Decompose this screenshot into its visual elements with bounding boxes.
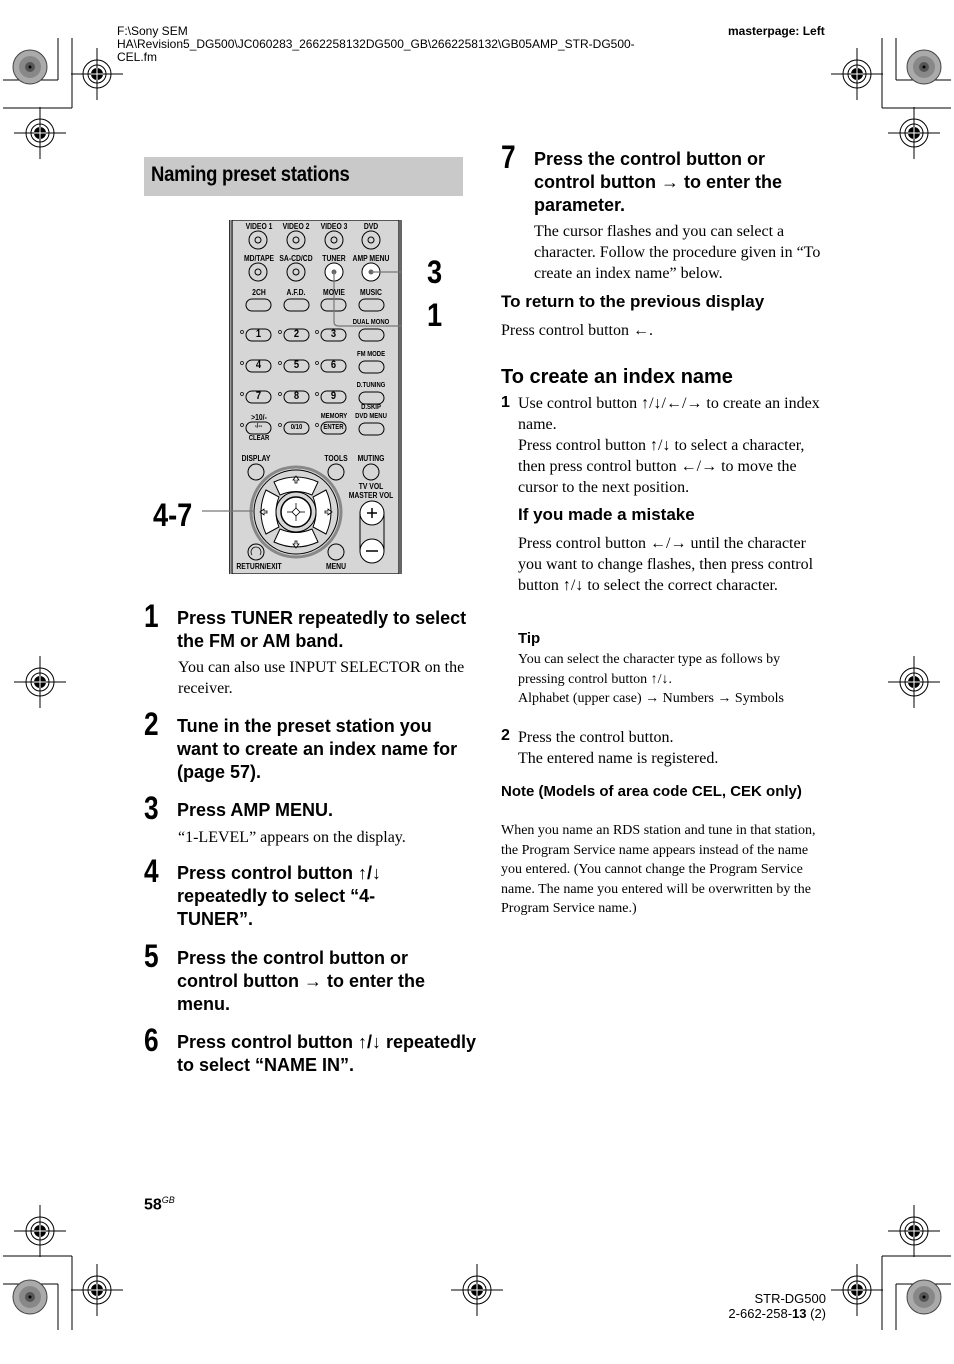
file-path-line: HA\Revision5_DG500\JC060283_2662258132DG… bbox=[117, 37, 635, 51]
tip-heading: Tip bbox=[518, 630, 541, 647]
remote-key: 1 bbox=[255, 328, 262, 340]
page-number-value: 58 bbox=[144, 1196, 162, 1214]
step-title: Tune in the preset station you want to c… bbox=[177, 716, 458, 782]
step-title: Press AMP MENU. bbox=[177, 800, 334, 820]
remote-label: SA-CD/CD bbox=[279, 254, 313, 263]
step-body: You can also use INPUT SELECTOR on the r… bbox=[178, 659, 465, 697]
tip-body: You can select the character type as fol… bbox=[518, 652, 781, 687]
substep-number: 1 bbox=[501, 394, 510, 411]
remote-label: MUTING bbox=[357, 454, 385, 463]
remote-key: 0/10 bbox=[290, 424, 303, 431]
callout-steps-4-7: 4-7 bbox=[153, 497, 193, 533]
create-heading: To create an index name bbox=[501, 366, 733, 388]
substep-number: 2 bbox=[501, 727, 510, 744]
part-number-suffix: (2) bbox=[806, 1306, 826, 1321]
step-body: The cursor flashes and you can select a … bbox=[534, 223, 821, 282]
step-number: 2 bbox=[144, 706, 159, 742]
step-body: “1-LEVEL” appears on the display. bbox=[178, 829, 406, 846]
remote-key: 3 bbox=[330, 328, 337, 340]
remote-label: TOOLS bbox=[324, 454, 348, 463]
step-title: Press control button ↑/↓ repeatedly to s… bbox=[177, 863, 382, 929]
file-path-line: CEL.fm bbox=[117, 50, 158, 64]
step-number: 1 bbox=[144, 598, 159, 634]
step-number: 4 bbox=[144, 853, 159, 889]
step-number: 7 bbox=[501, 139, 516, 175]
remote-label: DVD bbox=[363, 222, 379, 231]
part-number: 2-662-258-13 (2) bbox=[700, 1306, 826, 1321]
remote-label: VIDEO 3 bbox=[320, 222, 348, 231]
remote-label: D.TUNING bbox=[356, 382, 386, 389]
remote-label: >10/- bbox=[251, 413, 267, 422]
step-title: Press the control button or control butt… bbox=[177, 948, 425, 1014]
page-number: 58GB bbox=[144, 1195, 175, 1214]
remote-label: MENU bbox=[325, 562, 347, 571]
remote-key: 9 bbox=[330, 390, 337, 402]
step-number: 3 bbox=[144, 790, 159, 826]
remote-label: MASTER VOL bbox=[348, 491, 394, 500]
remote-label: AMP MENU bbox=[352, 254, 390, 263]
section-title-bar: Naming preset stations bbox=[144, 157, 463, 196]
remote-label: RETURN/EXIT bbox=[236, 562, 282, 571]
mistake-heading: If you made a mistake bbox=[518, 505, 695, 524]
callout-line bbox=[202, 510, 254, 512]
tip-sequence: Alphabet (upper case) → Numbers → Symbol… bbox=[518, 691, 784, 706]
step-title: Press the control button or control butt… bbox=[534, 149, 782, 215]
substep-text: The entered name is registered. bbox=[518, 750, 719, 767]
remote-label: DVD MENU bbox=[355, 413, 387, 420]
remote-key: 6 bbox=[330, 359, 337, 371]
document-code: STR-DG500 2-662-258-13 (2) bbox=[700, 1291, 826, 1321]
remote-label: A.F.D. bbox=[286, 288, 306, 297]
page-number-suffix: GB bbox=[161, 1195, 175, 1205]
remote-label: VIDEO 1 bbox=[245, 222, 273, 231]
remote-label: TUNER bbox=[322, 254, 346, 263]
remote-control-figure: VIDEO 1 VIDEO 2 VIDEO 3 DVD MD/TAPE SA-C… bbox=[229, 220, 402, 574]
remote-label: MOVIE bbox=[323, 288, 345, 297]
remote-label: CLEAR bbox=[248, 435, 270, 442]
remote-key: 2 bbox=[293, 328, 300, 340]
return-heading: To return to the previous display bbox=[501, 292, 765, 311]
file-path: F:\Sony SEM HA\Revision5_DG500\JC060283_… bbox=[117, 25, 635, 64]
remote-key: 8 bbox=[293, 390, 300, 402]
remote-label: FM MODE bbox=[356, 351, 386, 358]
step-number: 5 bbox=[144, 938, 159, 974]
remote-label: MD/TAPE bbox=[243, 254, 275, 263]
remote-key: 4 bbox=[255, 359, 262, 371]
substep-text: Press the control button. bbox=[518, 729, 674, 746]
note-body: When you name an RDS station and tune in… bbox=[501, 823, 816, 916]
callout-step-3: 3 bbox=[427, 254, 443, 290]
return-body: Press control button ←. bbox=[501, 322, 653, 339]
remote-key: -/-- bbox=[254, 423, 263, 430]
remote-label: MEMORY bbox=[320, 413, 348, 420]
section-title: Naming preset stations bbox=[151, 163, 350, 186]
substep-text: Press control button ↑/↓ to select a cha… bbox=[518, 437, 805, 496]
remote-key: 7 bbox=[255, 390, 262, 402]
remote-label: DISPLAY bbox=[241, 454, 271, 463]
remote-label: 2CH bbox=[252, 288, 266, 297]
remote-label: MUSIC bbox=[360, 288, 382, 297]
part-number-prefix: 2-662-258- bbox=[728, 1306, 793, 1321]
remote-key: 5 bbox=[293, 359, 300, 371]
model-number: STR-DG500 bbox=[754, 1291, 826, 1306]
masterpage-label: masterpage: Left bbox=[728, 24, 825, 38]
remote-label: TV VOL bbox=[358, 482, 384, 491]
remote-key: ENTER bbox=[323, 424, 344, 431]
part-number-revision: 13 bbox=[792, 1306, 807, 1321]
note-heading: Note (Models of area code CEL, CEK only) bbox=[501, 783, 802, 800]
remote-label: D.SKIP bbox=[361, 404, 381, 411]
mistake-body: Press control button ←/→ until the chara… bbox=[518, 535, 814, 594]
callout-step-1: 1 bbox=[427, 297, 443, 333]
substep-text: Use control button ↑/↓/←/→ to create an … bbox=[518, 395, 820, 433]
step-title: Press TUNER repeatedly to select the FM … bbox=[177, 608, 467, 651]
remote-label: VIDEO 2 bbox=[282, 222, 310, 231]
step-number: 6 bbox=[144, 1022, 159, 1058]
remote-label: DUAL MONO bbox=[352, 319, 390, 326]
step-title: Press control button ↑/↓ repeatedly to s… bbox=[177, 1032, 477, 1075]
